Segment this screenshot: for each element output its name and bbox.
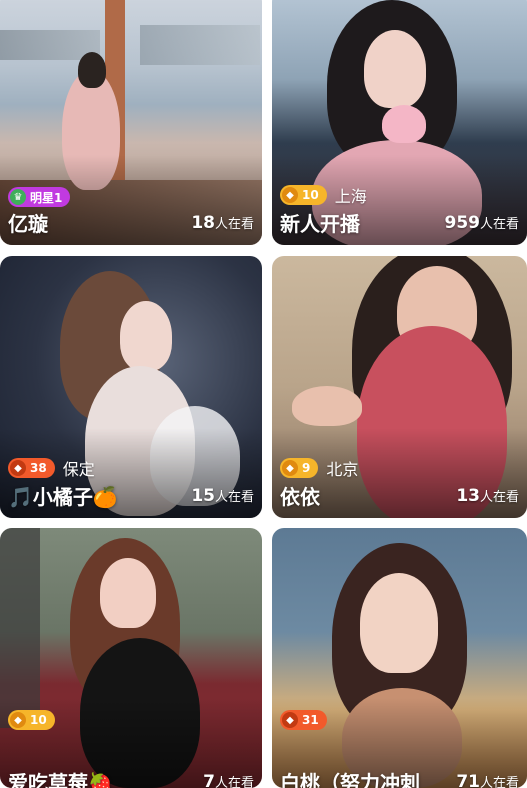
gem-icon: ◆ [282,187,298,203]
viewer-label: 人在看 [479,776,519,788]
viewer-number: 13 [456,486,480,506]
level-text: 明星1 [30,190,63,205]
gem-icon: ◆ [282,460,298,476]
crown-icon: ♛ [10,189,26,205]
viewer-count: 13人在看 [456,486,519,506]
level-badge: ◆ 10 [280,185,327,205]
live-room-card[interactable]: ◆ 9 北京 依依 13人在看 [272,256,527,518]
live-room-card[interactable]: ◆ 38 保定 🎵小橘子🍊 15人在看 [0,256,262,518]
live-room-card[interactable]: ♛ 明星1 亿璇 18人在看 [0,0,262,245]
live-room-card[interactable]: ◆ 10 上海 新人开播 959人在看 [272,0,527,245]
streamer-name: 白桃（努力冲刺 [280,771,420,788]
viewer-label: 人在看 [479,217,519,232]
gem-icon: ◆ [10,460,26,476]
viewer-label: 人在看 [214,776,254,788]
city-label: 上海 [334,187,367,206]
viewer-number: 71 [456,772,480,788]
viewer-count: 18人在看 [191,213,254,233]
viewer-number: 15 [191,486,215,506]
level-badge: ♛ 明星1 [8,187,71,207]
viewer-number: 18 [191,213,215,233]
viewer-number: 7 [203,772,215,788]
viewer-label: 人在看 [214,490,254,505]
city-label: 保定 [62,460,95,479]
viewer-label: 人在看 [214,217,254,232]
level-text: 38 [30,461,47,475]
badge-row: ◆ 10 [8,710,55,730]
viewer-count: 71人在看 [456,772,519,788]
viewer-number: 959 [444,213,480,233]
viewer-count: 7人在看 [203,772,254,788]
badge-row: ◆ 38 保定 [8,456,95,480]
level-badge: ◆ 9 [280,458,319,478]
badge-row: ◆ 31 [280,710,327,730]
streamer-name: 爱吃草莓🍓 [8,771,113,788]
level-badge: ◆ 31 [280,710,327,730]
viewer-count: 959人在看 [444,213,519,233]
level-badge: ◆ 38 [8,458,55,478]
streamer-name: 亿璇 [8,212,48,236]
viewer-count: 15人在看 [191,486,254,506]
badge-row: ♛ 明星1 [8,187,71,207]
gem-icon: ◆ [282,712,298,728]
level-text: 10 [302,188,319,202]
badge-row: ◆ 9 北京 [280,456,358,480]
level-text: 10 [30,713,47,727]
live-room-card[interactable]: ◆ 31 白桃（努力冲刺 71人在看 [272,528,527,788]
gem-icon: ◆ [10,712,26,728]
live-room-card[interactable]: ◆ 10 爱吃草莓🍓 7人在看 [0,528,262,788]
streamer-name: 新人开播 [280,212,360,236]
level-text: 9 [302,461,311,475]
viewer-label: 人在看 [479,490,519,505]
city-label: 北京 [326,460,359,479]
level-text: 31 [302,713,319,727]
badge-row: ◆ 10 上海 [280,183,367,207]
streamer-name: 依依 [280,485,320,509]
level-badge: ◆ 10 [8,710,55,730]
streamer-name: 🎵小橘子🍊 [8,485,118,509]
